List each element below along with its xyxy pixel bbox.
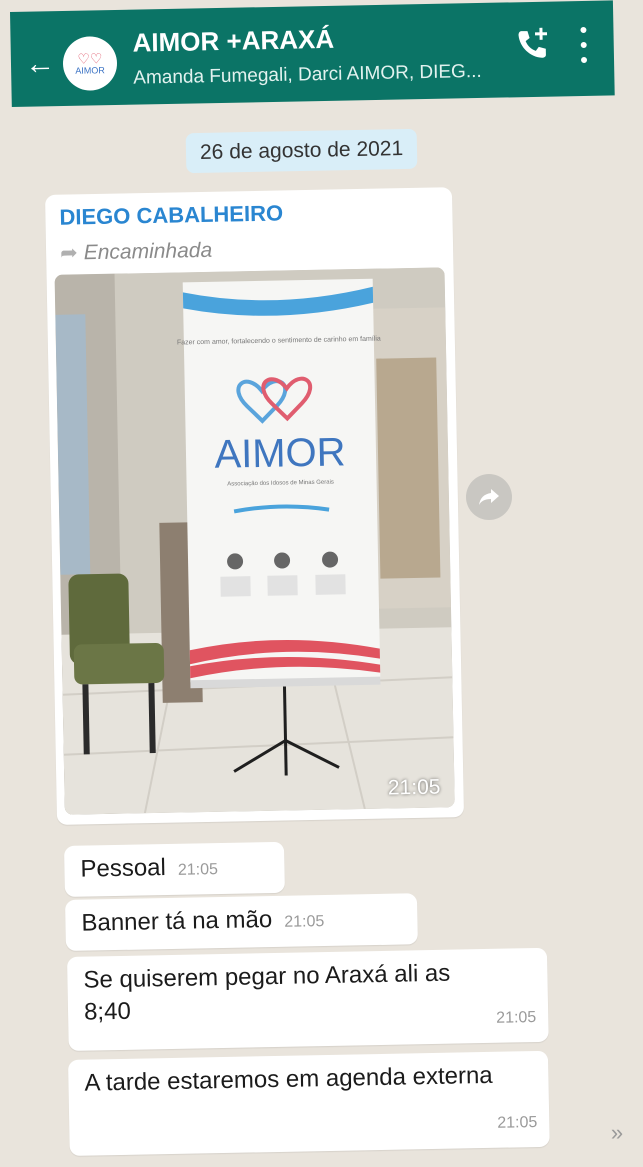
photo-timestamp: 21:05 bbox=[387, 775, 441, 800]
forward-icon[interactable] bbox=[466, 474, 512, 520]
sender-name[interactable]: DIEGO CABALHEIRO bbox=[59, 200, 283, 230]
message-text: Pessoal bbox=[80, 854, 167, 883]
message-text: Banner tá na mão bbox=[81, 906, 273, 937]
forward-arrow-icon bbox=[479, 489, 499, 505]
message-bubble[interactable]: A tarde estaremos em agenda externa 21:0… bbox=[68, 1050, 550, 1156]
message-time: 21:05 bbox=[496, 1009, 537, 1027]
hearts-icon: ♡♡ bbox=[77, 50, 103, 67]
avatar-label: AIMOR bbox=[75, 65, 105, 76]
message-bubble[interactable]: Se quiserem pegar no Araxá ali as 8;40 2… bbox=[67, 947, 549, 1051]
chat-screen: ← ♡♡ AIMOR AIMOR +ARAXÁ Amanda Fumegali,… bbox=[0, 0, 643, 1167]
message-bubble[interactable]: Banner tá na mão 21:05 bbox=[65, 893, 418, 951]
more-vert-icon[interactable] bbox=[576, 26, 591, 64]
message-text: Se quiserem pegar no Araxá ali as 8;40 bbox=[83, 959, 451, 1026]
banner-photo[interactable]: Fazer com amor, fortalecendo o sentiment… bbox=[54, 267, 455, 815]
forwarded-arrow-icon: ➦ bbox=[59, 241, 78, 265]
group-title[interactable]: AIMOR +ARAXÁ bbox=[132, 24, 334, 59]
scroll-down-icon[interactable]: » bbox=[604, 1120, 630, 1146]
message-bubble[interactable]: Pessoal 21:05 bbox=[64, 841, 285, 897]
group-members[interactable]: Amanda Fumegali, Darci AIMOR, DIEG... bbox=[133, 61, 482, 90]
message-time: 21:05 bbox=[284, 913, 325, 931]
banner-logo: AIMOR bbox=[214, 430, 346, 477]
forwarded-label: ➦ Encaminhada bbox=[60, 238, 212, 266]
message-time: 21:05 bbox=[177, 861, 219, 879]
arrow-left-icon[interactable]: ← bbox=[25, 47, 56, 81]
date-divider: 26 de agosto de 2021 bbox=[185, 128, 418, 174]
message-time: 21:05 bbox=[497, 1114, 538, 1132]
add-call-icon[interactable] bbox=[512, 24, 553, 65]
forwarded-text: Encaminhada bbox=[83, 238, 213, 265]
media-message[interactable]: DIEGO CABALHEIRO ➦ Encaminhada Fazer com… bbox=[45, 187, 465, 825]
message-text: A tarde estaremos em agenda externa bbox=[84, 1061, 493, 1097]
banner-photo-image: Fazer com amor, fortalecendo o sentiment… bbox=[54, 267, 455, 815]
group-avatar[interactable]: ♡♡ AIMOR bbox=[62, 35, 118, 91]
chat-header: ← ♡♡ AIMOR AIMOR +ARAXÁ Amanda Fumegali,… bbox=[10, 0, 615, 107]
